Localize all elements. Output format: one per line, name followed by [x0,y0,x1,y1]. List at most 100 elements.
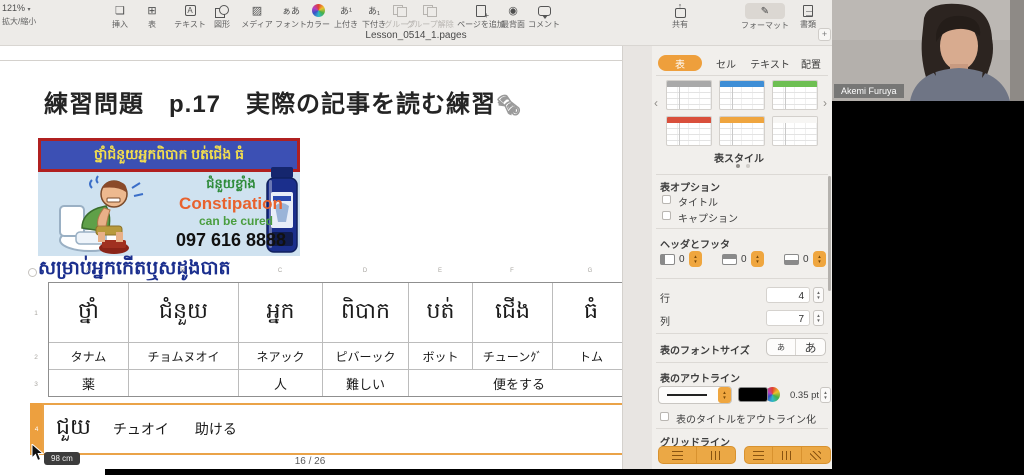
gridline-buttons-edges [744,446,831,464]
table-cell[interactable]: ជើង [473,283,553,343]
divider [656,428,828,429]
row-header-3[interactable]: 3 [30,381,42,388]
table-style-gray[interactable] [666,80,712,110]
table-cell[interactable]: 薬 [49,370,129,396]
tab-arrange[interactable]: 配置 [794,55,828,71]
pagination-dot-active[interactable] [736,164,740,168]
add-panel-button[interactable]: + [818,28,831,41]
header-rows-stepper[interactable]: ▲▼ [751,251,764,267]
row-header-1[interactable]: 1 [30,310,42,317]
font-larger-button[interactable]: あ [796,339,825,355]
column-header-e[interactable]: E [430,268,450,274]
tab-text[interactable]: テキスト [748,55,792,71]
pagination-dot[interactable] [746,164,750,168]
table-style-plain[interactable] [772,116,818,146]
ad-headline-khmer: ថ្នាំជំនួយអ្នកពិបាក បត់ជើង ធំ [94,145,244,166]
ad-banner: ថ្នាំជំនួយអ្នកពិបាក បត់ជើង ធំ [38,138,300,172]
horizontal-gridlines-button[interactable] [659,447,697,463]
table-select-handle[interactable] [28,268,37,277]
table-cell[interactable]: ボット [409,343,473,370]
page-title[interactable]: 練習問題 p.17 実際の記事を読む練習🗞 [44,84,522,119]
row-header-2[interactable]: 2 [30,354,42,361]
title-checkbox[interactable] [662,195,671,204]
columns-stepper[interactable]: ▲▼ [813,310,824,326]
superscript-icon: あ¹ [340,3,352,18]
toolbar: 121% ▾ 拡大/縮小 ❏ 挿入 ⊞ 表 A テキスト 図形 ▨ メディア ぁ… [0,0,832,46]
format-brush-icon: ✎ [761,6,769,17]
table-style-green[interactable] [772,80,818,110]
row4-khmer: ជួយ [56,413,91,445]
selected-table-row[interactable]: ជួយ チュオイ 助ける [42,403,638,455]
column-header-c[interactable]: C [270,268,290,274]
comment-icon [538,6,551,16]
table-cell[interactable]: ថ្នាំ [49,283,129,343]
rows-label: 行 [660,290,670,305]
ad-title: Constipation [156,194,306,214]
table-cell-merged[interactable]: 便をする [409,370,629,396]
rows-count-field[interactable] [766,287,810,303]
table-style-orange[interactable] [719,116,765,146]
header-columns-stepper[interactable]: ▲▼ [689,251,702,267]
table-cell[interactable]: チューンｸﾞ [473,343,553,370]
zoom-value[interactable]: 121% [2,3,25,13]
subscript-icon: あ₁ [368,3,380,18]
font-smaller-button[interactable]: あ [767,339,796,355]
outline-color-well[interactable] [738,387,780,402]
caption-checkbox[interactable] [662,211,671,220]
line-style-preview [667,394,707,396]
ad-phone-number: 097 616 8888 [156,230,306,251]
outer-edges-button[interactable] [802,447,830,463]
table-cell[interactable]: អ្នក [239,283,323,343]
divider [656,362,828,363]
table-reference-bar: A B C D E F G + [0,268,640,280]
table-cell[interactable]: ជំនួយ [129,283,239,343]
horizontal-lines-icon [753,451,764,460]
table-cell[interactable]: ピバーック [323,343,409,370]
column-header-f[interactable]: F [502,268,522,274]
gridline-buttons-main [658,446,736,464]
table-cell[interactable]: ធំ [553,283,629,343]
column-header-g[interactable]: G [580,268,600,274]
zoom-control[interactable]: 121% ▾ 拡大/縮小 [2,3,36,27]
sidebar-scrollbar[interactable] [828,176,831,291]
table-cell[interactable] [129,370,239,396]
table-cell[interactable]: 人 [239,370,323,396]
table-cell[interactable]: បត់ [409,283,473,343]
header-rows-value: 0 [741,254,747,265]
divider [656,333,828,334]
outline-width-stepper[interactable]: ▲▼ [820,387,831,403]
text-icon: A [185,5,196,16]
ad-sub-khmer: ជំនួយខ្លាំង [156,176,306,195]
pages-window: 121% ▾ 拡大/縮小 ❏ 挿入 ⊞ 表 A テキスト 図形 ▨ メディア ぁ… [0,0,832,475]
table-cell[interactable]: チョムヌオイ [129,343,239,370]
styles-prev-chevron[interactable]: ‹ [654,96,658,110]
column-header-d[interactable]: D [355,268,375,274]
inner-horizontal-button[interactable] [745,447,773,463]
format-panel: 表 セル テキスト 配置 ‹ › 表スタイル 表オプション タイトル キャプショ… [652,46,832,475]
table-style-blue[interactable] [719,80,765,110]
rows-stepper[interactable]: ▲▼ [813,287,824,303]
table-cell[interactable]: トム [553,343,629,370]
column-header-b[interactable]: B [173,268,193,274]
table-style-red[interactable] [666,116,712,146]
outline-line-style-dropdown[interactable]: ▲▼ [658,386,732,404]
styles-next-chevron[interactable]: › [823,96,827,110]
column-header-a[interactable]: A [78,268,98,274]
table-cell[interactable]: ពិបាក [323,283,409,343]
inner-vertical-button[interactable] [773,447,801,463]
table-icon: ⊞ [147,3,156,18]
table-cell[interactable]: 難しい [323,370,409,396]
newspaper-icon: 🗞 [496,95,522,117]
zoom-label: 拡大/縮小 [2,16,36,27]
table-cell[interactable]: ネアック [239,343,323,370]
tab-cell[interactable]: セル [708,55,744,71]
tab-table[interactable]: 表 [658,55,702,71]
vertical-gridlines-button[interactable] [697,447,735,463]
color-swatch-black[interactable] [738,387,768,402]
share-icon [675,8,686,18]
footer-rows-stepper[interactable]: ▲▼ [813,251,826,267]
table-cell[interactable]: タナム [49,343,129,370]
divider [656,278,828,279]
columns-count-field[interactable] [766,310,810,326]
outline-title-checkbox[interactable] [660,412,669,421]
